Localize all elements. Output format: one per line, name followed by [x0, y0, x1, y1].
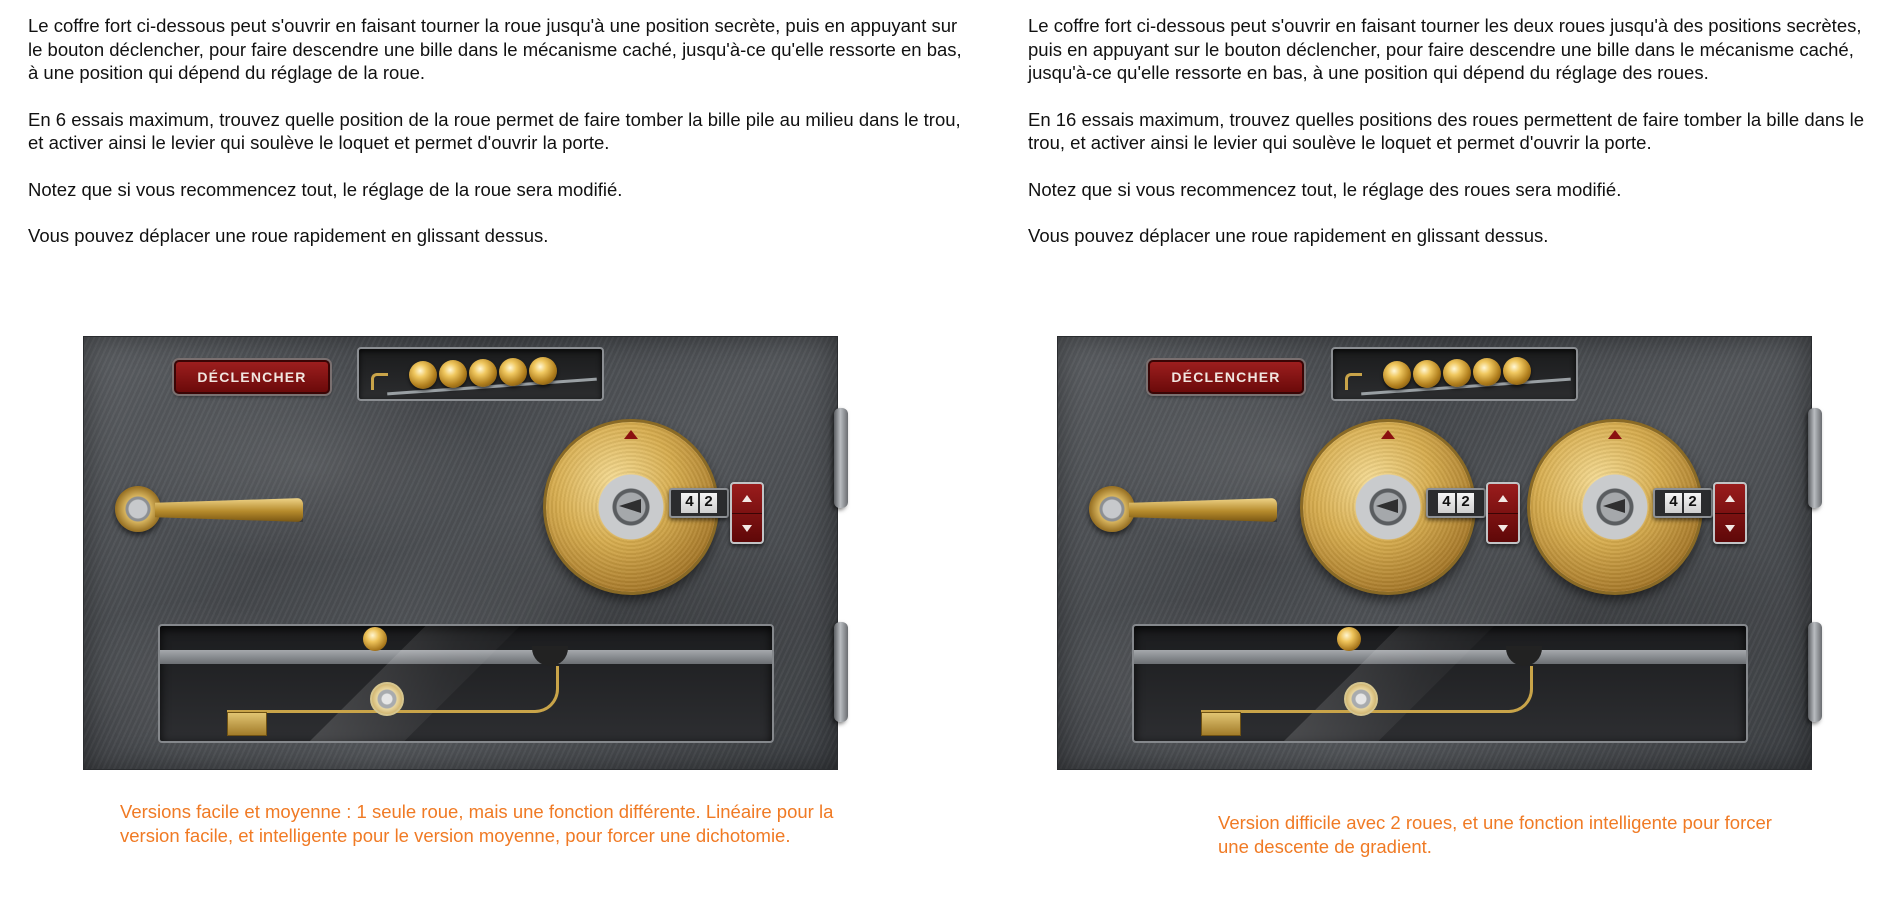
left-paragraph-3: Notez que si vous recommencez tout, le r… [28, 178, 623, 200]
dial-needle-icon [1603, 499, 1625, 513]
tray-hook-icon [1345, 373, 1362, 390]
counter-digit: 4 [681, 493, 698, 513]
left-instructions: Le coffre fort ci-dessous peut s'ouvrir … [28, 14, 973, 271]
right-paragraph-3: Notez que si vous recommencez tout, le r… [1028, 178, 1622, 200]
lever-knob-icon [1089, 486, 1135, 532]
tray-hook-icon [371, 373, 388, 390]
decrement-button[interactable] [732, 513, 762, 543]
dial-stepper [730, 482, 764, 544]
increment-button[interactable] [1488, 484, 1518, 513]
ball-icon [499, 358, 527, 386]
hidden-mechanism [158, 624, 774, 743]
door-hinge [1808, 408, 1822, 508]
increment-button[interactable] [1715, 484, 1745, 513]
dial-counter: 4 2 [669, 488, 729, 518]
latch-lever [115, 486, 310, 536]
left-paragraph-2: En 6 essais maximum, trouvez quelle posi… [28, 108, 961, 154]
latch-bolt [1201, 712, 1241, 736]
pulley-icon [370, 682, 404, 716]
light-beam [310, 626, 520, 741]
dial-marker-icon [1381, 430, 1395, 439]
right-paragraph-4: Vous pouvez déplacer une roue rapidement… [1028, 225, 1549, 246]
arrow-down-icon [1498, 525, 1508, 532]
exit-track-curve [520, 666, 559, 713]
right-instructions: Le coffre fort ci-dessous peut s'ouvrir … [1028, 14, 1873, 271]
dial-needle-icon [1376, 499, 1398, 513]
counter-digit: 2 [1684, 493, 1701, 513]
door-hinge [834, 408, 848, 508]
dial-needle-icon [619, 499, 641, 513]
ball-icon [1503, 357, 1531, 385]
latch-bolt [227, 712, 267, 736]
arrow-down-icon [1725, 525, 1735, 532]
ball-icon [1443, 359, 1471, 387]
lever-arm [155, 498, 303, 522]
safe-panel-easy: DÉCLENCHER 4 2 [83, 336, 848, 770]
arrow-up-icon [1725, 495, 1735, 502]
ball-icon [1337, 627, 1361, 651]
dial-marker-icon [1608, 430, 1622, 439]
hidden-mechanism [1132, 624, 1748, 743]
ball-icon [363, 627, 387, 651]
light-beam [1284, 626, 1494, 741]
dial-counter-1: 4 2 [1426, 488, 1486, 518]
ball-icon [1383, 361, 1411, 389]
door-hinge [834, 622, 848, 722]
ball-icon [1413, 360, 1441, 388]
door-hinge [1808, 622, 1822, 722]
trigger-button[interactable]: DÉCLENCHER [174, 360, 330, 394]
ball-tray [1331, 347, 1578, 401]
exit-track-curve [1494, 666, 1533, 713]
counter-digit: 4 [1438, 493, 1455, 513]
latch-lever [1089, 486, 1284, 536]
ball-icon [439, 360, 467, 388]
right-caption: Version difficile avec 2 roues, et une f… [1218, 812, 1772, 857]
ball-icon [409, 361, 437, 389]
counter-digit: 2 [1457, 493, 1474, 513]
arrow-up-icon [1498, 495, 1508, 502]
lever-arm [1129, 498, 1277, 522]
increment-button[interactable] [732, 484, 762, 513]
ball-icon [529, 357, 557, 385]
decrement-button[interactable] [1488, 513, 1518, 543]
dial-counter-2: 4 2 [1653, 488, 1713, 518]
decrement-button[interactable] [1715, 513, 1745, 543]
right-paragraph-2: En 16 essais maximum, trouvez quelles po… [1028, 108, 1865, 154]
ball-tray [357, 347, 604, 401]
ball-icon [1473, 358, 1501, 386]
pulley-icon [1344, 682, 1378, 716]
dial-stepper-2 [1713, 482, 1747, 544]
arrow-up-icon [742, 495, 752, 502]
left-paragraph-4: Vous pouvez déplacer une roue rapidement… [28, 225, 549, 246]
dial-marker-icon [624, 430, 638, 439]
trigger-button[interactable]: DÉCLENCHER [1148, 360, 1304, 394]
left-caption: Versions facile et moyenne : 1 seule rou… [120, 801, 834, 846]
left-paragraph-1: Le coffre fort ci-dessous peut s'ouvrir … [28, 15, 962, 83]
right-paragraph-1: Le coffre fort ci-dessous peut s'ouvrir … [1028, 15, 1862, 83]
counter-digit: 2 [700, 493, 717, 513]
counter-digit: 4 [1665, 493, 1682, 513]
arrow-down-icon [742, 525, 752, 532]
lever-knob-icon [115, 486, 161, 532]
dial-stepper-1 [1486, 482, 1520, 544]
ball-icon [469, 359, 497, 387]
safe-panel-hard: DÉCLENCHER 4 2 4 2 [1057, 336, 1822, 770]
